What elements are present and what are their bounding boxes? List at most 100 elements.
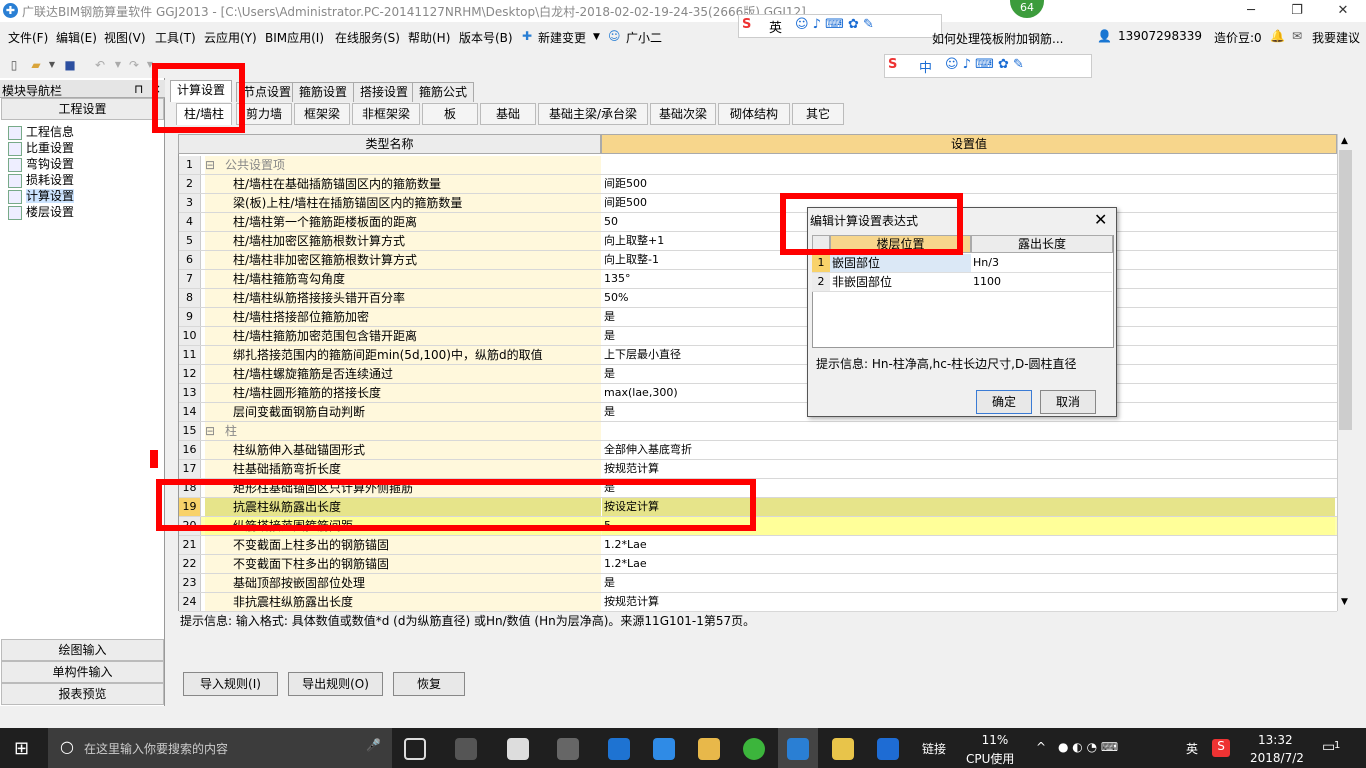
new-file-icon[interactable]: ▯ [6, 57, 22, 73]
cancel-button[interactable]: 取消 [1040, 390, 1096, 414]
menu-tools[interactable]: 工具(T) [155, 29, 196, 46]
table-row[interactable]: 10 柱/墙柱箍筋加密范围包含错开距离是 [179, 327, 1337, 346]
dialog-row[interactable]: 2 非嵌固部位 1100 [812, 273, 1112, 292]
menu-help[interactable]: 帮助(H) [408, 29, 450, 46]
scroll-down-icon[interactable]: ▼ [1341, 597, 1348, 607]
ie-icon[interactable] [653, 738, 675, 760]
row-setting-value[interactable] [602, 156, 1335, 174]
row-setting-value[interactable]: 间距500 [602, 175, 1335, 193]
menu-cloud[interactable]: 云应用(Y) [204, 29, 257, 46]
table-row[interactable]: 16 柱纵筋伸入基础锚固形式 全部伸入基底弯折 [179, 441, 1337, 460]
glodon-app-icon[interactable] [787, 738, 809, 760]
nav-item-hook[interactable]: 弯钩设置 [8, 155, 74, 172]
row-setting-value[interactable]: 1.2*Lae [602, 536, 1335, 554]
tab-foundation[interactable]: 基础 [480, 103, 536, 125]
browser-e-icon[interactable] [507, 738, 529, 760]
table-row[interactable]: 17 柱基础插筋弯折长度 按规范计算 [179, 460, 1337, 479]
save-icon[interactable]: ■ [62, 57, 78, 73]
table-row[interactable]: 5 柱/墙柱加密区箍筋根数计算方式 向上取整+1 [179, 232, 1337, 251]
table-row[interactable]: 24 非抗震柱纵筋露出长度 按规范计算 [179, 593, 1337, 612]
table-row[interactable]: 21 不变截面上柱多出的钢筋锚固 1.2*Lae [179, 536, 1337, 555]
taskbar-link-label[interactable]: 链接 [922, 740, 946, 757]
nav-drawing-input[interactable]: 绘图输入 [1, 639, 164, 661]
dialog-row-length[interactable]: Hn/3 [971, 254, 1112, 272]
chevron-down-icon[interactable]: ▼ [110, 57, 126, 73]
chevron-down-icon[interactable]: ▼ [44, 57, 60, 73]
tab-masonry[interactable]: 砌体结构 [718, 103, 790, 125]
export-rules-button[interactable]: 导出规则(O) [288, 672, 383, 696]
menu-assistant[interactable]: 广小二 [626, 29, 662, 46]
browser-swirl-icon[interactable] [557, 738, 579, 760]
table-row[interactable]: 12 柱/墙柱螺旋箍筋是否连续通过是 [179, 365, 1337, 384]
close-window-button[interactable]: ✕ [1320, 0, 1366, 22]
dialog-row-position[interactable]: 嵌固部位 [830, 254, 971, 272]
browser-360-icon[interactable] [743, 738, 765, 760]
windows-start-icon[interactable]: ⊞ [14, 738, 29, 759]
tab-stirrup-formula[interactable]: 箍筋公式 [412, 82, 475, 102]
microphone-icon[interactable]: 🎤 [366, 738, 381, 752]
dialog-row[interactable]: 1 嵌固部位 Hn/3 [812, 254, 1112, 273]
glodon-g-icon[interactable] [877, 738, 899, 760]
clock-date[interactable]: 2018/7/2 [1250, 751, 1304, 765]
notes-app-icon[interactable] [832, 738, 854, 760]
tab-non-frame-beam[interactable]: 非框架梁 [352, 103, 420, 125]
row-setting-value[interactable]: 按规范计算 [602, 460, 1335, 478]
table-row[interactable]: 8 柱/墙柱纵筋搭接接头错开百分率 50% [179, 289, 1337, 308]
nav-item-project-info[interactable]: 工程信息 [8, 123, 74, 140]
menu-view[interactable]: 视图(V) [104, 29, 146, 46]
ok-button[interactable]: 确定 [976, 390, 1032, 414]
menu-online[interactable]: 在线服务(S) [335, 29, 400, 46]
nav-single-component-input[interactable]: 单构件输入 [1, 661, 164, 683]
tab-stirrup-settings[interactable]: 箍筋设置 [292, 82, 355, 102]
row-setting-value[interactable]: 按规范计算 [602, 593, 1335, 611]
nav-report-preview[interactable]: 报表预览 [1, 683, 164, 705]
open-folder-icon[interactable]: ▰ [28, 57, 44, 73]
chevron-down-icon[interactable]: ▼ [593, 32, 600, 42]
table-row[interactable]: 3 梁(板)上柱/墙柱在插筋锚固区内的箍筋数量 间距500 [179, 194, 1337, 213]
table-row[interactable]: 15 ⊟ 柱 [179, 422, 1337, 441]
table-row[interactable]: 6 柱/墙柱非加密区箍筋根数计算方式 向上取整-1 [179, 251, 1337, 270]
menu-file[interactable]: 文件(F) [8, 29, 48, 46]
dialog-row-length[interactable]: 1100 [971, 273, 1112, 291]
clock-time[interactable]: 13:32 [1258, 733, 1293, 747]
collapse-icon[interactable]: ⊟ [205, 156, 225, 174]
table-row[interactable]: 7 柱/墙柱箍筋弯勾角度 135° [179, 270, 1337, 289]
taskbar-search-box[interactable]: ○ 在这里输入你要搜索的内容 🎤 [48, 728, 392, 768]
minimize-button[interactable]: ─ [1228, 0, 1274, 22]
app-pinwheel-icon[interactable] [455, 738, 477, 760]
nav-item-calc-settings[interactable]: 计算设置 [8, 187, 75, 204]
row-setting-value[interactable]: 1.2*Lae [602, 555, 1335, 573]
input-lang[interactable]: 英 [1186, 740, 1198, 757]
import-rules-button[interactable]: 导入规则(I) [183, 672, 278, 696]
pin-icon[interactable]: ⊓ [134, 82, 143, 96]
collapse-icon[interactable]: ⊟ [205, 422, 225, 440]
tray-icons[interactable]: ● ◐ ◔ ⌨ [1058, 740, 1118, 754]
user-phone[interactable]: 13907298339 [1118, 29, 1202, 43]
tab-lap-settings[interactable]: 搭接设置 [353, 82, 416, 102]
menu-edit[interactable]: 编辑(E) [56, 29, 97, 46]
scrollbar-thumb[interactable] [1339, 150, 1352, 430]
tab-frame-beam[interactable]: 框架梁 [294, 103, 350, 125]
maximize-button[interactable]: ❐ [1274, 0, 1320, 22]
row-setting-value[interactable]: 全部伸入基底弯折 [602, 441, 1335, 459]
table-row[interactable]: 2 柱/墙柱在基础插筋锚固区内的箍筋数量 间距500 [179, 175, 1337, 194]
nav-item-density[interactable]: 比重设置 [8, 139, 74, 156]
task-view-icon[interactable] [404, 738, 426, 760]
bell-icon[interactable]: 🔔 [1270, 29, 1285, 43]
row-setting-value[interactable]: 是 [602, 574, 1335, 592]
nav-item-loss[interactable]: 损耗设置 [8, 171, 74, 188]
table-row[interactable]: 11 绑扎搭接范围内的箍筋间距min(5d,100)中，纵筋d的取值 上下层最小直径 [179, 346, 1337, 365]
scroll-up-icon[interactable]: ▲ [1341, 136, 1348, 146]
redo-icon[interactable]: ↷ [126, 57, 142, 73]
menu-version[interactable]: 版本号(B) [459, 29, 513, 46]
feedback-link[interactable]: 我要建议 [1312, 29, 1360, 46]
tab-foundation-main-beam[interactable]: 基础主梁/承台梁 [538, 103, 648, 125]
file-explorer-icon[interactable] [698, 738, 720, 760]
nav-section-project-settings[interactable]: 工程设置 [1, 98, 164, 120]
menu-bim[interactable]: BIM应用(I) [265, 29, 324, 46]
edge-icon[interactable] [608, 738, 630, 760]
menu-new-change[interactable]: 新建变更 [538, 29, 586, 46]
table-row[interactable]: 14 层间变截面钢筋自动判断是 [179, 403, 1337, 422]
tab-slab[interactable]: 板 [422, 103, 478, 125]
row-setting-value[interactable] [602, 422, 1335, 440]
